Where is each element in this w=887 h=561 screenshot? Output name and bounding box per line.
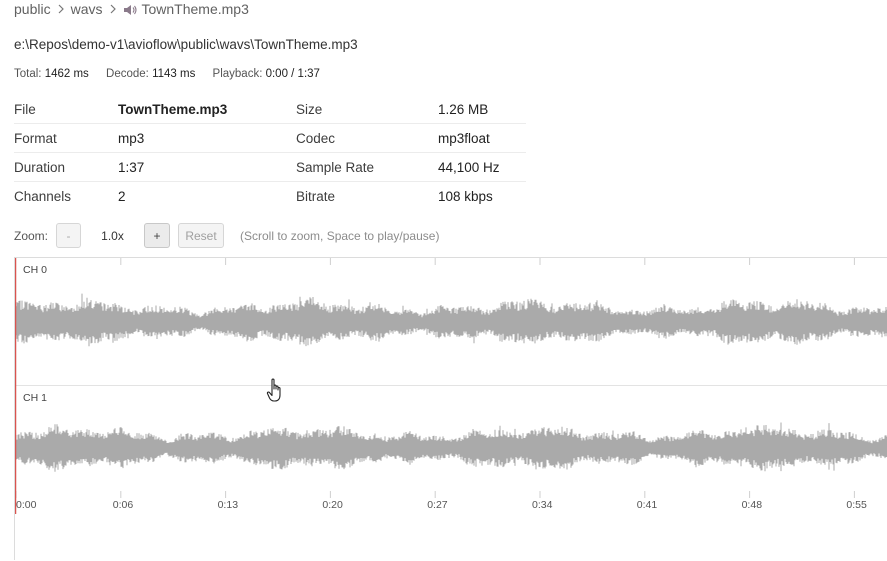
table-row: Format mp3 Codec mp3float (14, 123, 526, 153)
info-key: Channels (14, 188, 72, 204)
channel-label-1: CH 1 (23, 392, 47, 404)
file-info-table: File TownTheme.mp3 Size 1.26 MB Format m… (14, 95, 526, 210)
breadcrumb-item-public[interactable]: public (14, 1, 51, 17)
info-value: 44,100 Hz (438, 152, 526, 182)
info-value: mp3float (438, 123, 526, 153)
waveform-channel-1 (15, 422, 887, 472)
time-tick-label: 0:55 (846, 499, 867, 511)
breadcrumb: public wavs TownTheme.mp3 (14, 0, 249, 18)
info-value: 1:37 (118, 152, 296, 182)
breadcrumb-separator-icon (109, 2, 117, 17)
breadcrumb-item-current-file: TownTheme.mp3 (141, 1, 249, 17)
timing-decode: Decode: 1143 ms (106, 68, 196, 80)
hand-cursor-icon (266, 378, 286, 404)
info-value: 1.26 MB (438, 95, 526, 124)
waveform-canvas[interactable] (15, 258, 887, 561)
time-tick-label: 0:27 (427, 499, 448, 511)
time-tick-label: 0:20 (322, 499, 343, 511)
zoom-label: Zoom: (14, 228, 49, 243)
table-row: Channels 2 Bitrate 108 kbps (14, 182, 526, 211)
channel-label-0: CH 0 (23, 264, 47, 276)
info-key: Format (14, 123, 118, 153)
speaker-icon (123, 3, 137, 15)
info-key: Size (296, 95, 438, 124)
zoom-in-button[interactable]: + (144, 223, 171, 248)
timing-stats: Total: 1462 ms Decode: 1143 ms Playback:… (14, 68, 334, 80)
table-row: Duration 1:37 Sample Rate 44,100 Hz (14, 152, 526, 182)
info-value: 108 kbps (438, 188, 493, 204)
info-key: Sample Rate (296, 152, 438, 182)
info-key: Bitrate (296, 188, 336, 204)
info-key: Duration (14, 152, 118, 182)
info-key: Codec (296, 123, 438, 153)
breadcrumb-item-wavs[interactable]: wavs (71, 1, 103, 17)
waveform-channel-0 (15, 293, 887, 347)
breadcrumb-separator-icon (57, 2, 65, 17)
zoom-out-button[interactable]: - (56, 223, 82, 248)
table-row: File TownTheme.mp3 Size 1.26 MB (14, 95, 526, 124)
zoom-hint: (Scroll to zoom, Space to play/pause) (240, 228, 440, 243)
time-tick-label: 0:34 (532, 499, 553, 511)
file-path: e:\Repos\demo-v1\avioflow\public\wavs\To… (14, 37, 358, 52)
info-value: 2 (118, 188, 126, 204)
timing-playback: Playback: 0:00 / 1:37 (212, 68, 320, 80)
time-tick-label: 0:00 (16, 499, 37, 511)
info-value: mp3 (118, 123, 296, 153)
time-tick-label: 0:06 (112, 499, 134, 511)
zoom-reset-button[interactable]: Reset (178, 223, 225, 248)
zoom-controls: Zoom: - 1.0x + Reset (Scroll to zoom, Sp… (14, 223, 439, 248)
time-tick-label: 0:41 (636, 499, 658, 511)
time-tick-label: 0:48 (741, 499, 763, 511)
timing-total: Total: 1462 ms (14, 68, 89, 80)
time-tick-label: 0:13 (217, 499, 239, 511)
waveform-view[interactable]: CH 0 CH 1 0:00 0:06 0:13 0:20 0:27 0:34 0:41 0:… (14, 257, 887, 560)
info-value: TownTheme.mp3 (118, 95, 296, 124)
info-key: File (14, 95, 118, 124)
zoom-level: 1.0x (101, 228, 124, 243)
